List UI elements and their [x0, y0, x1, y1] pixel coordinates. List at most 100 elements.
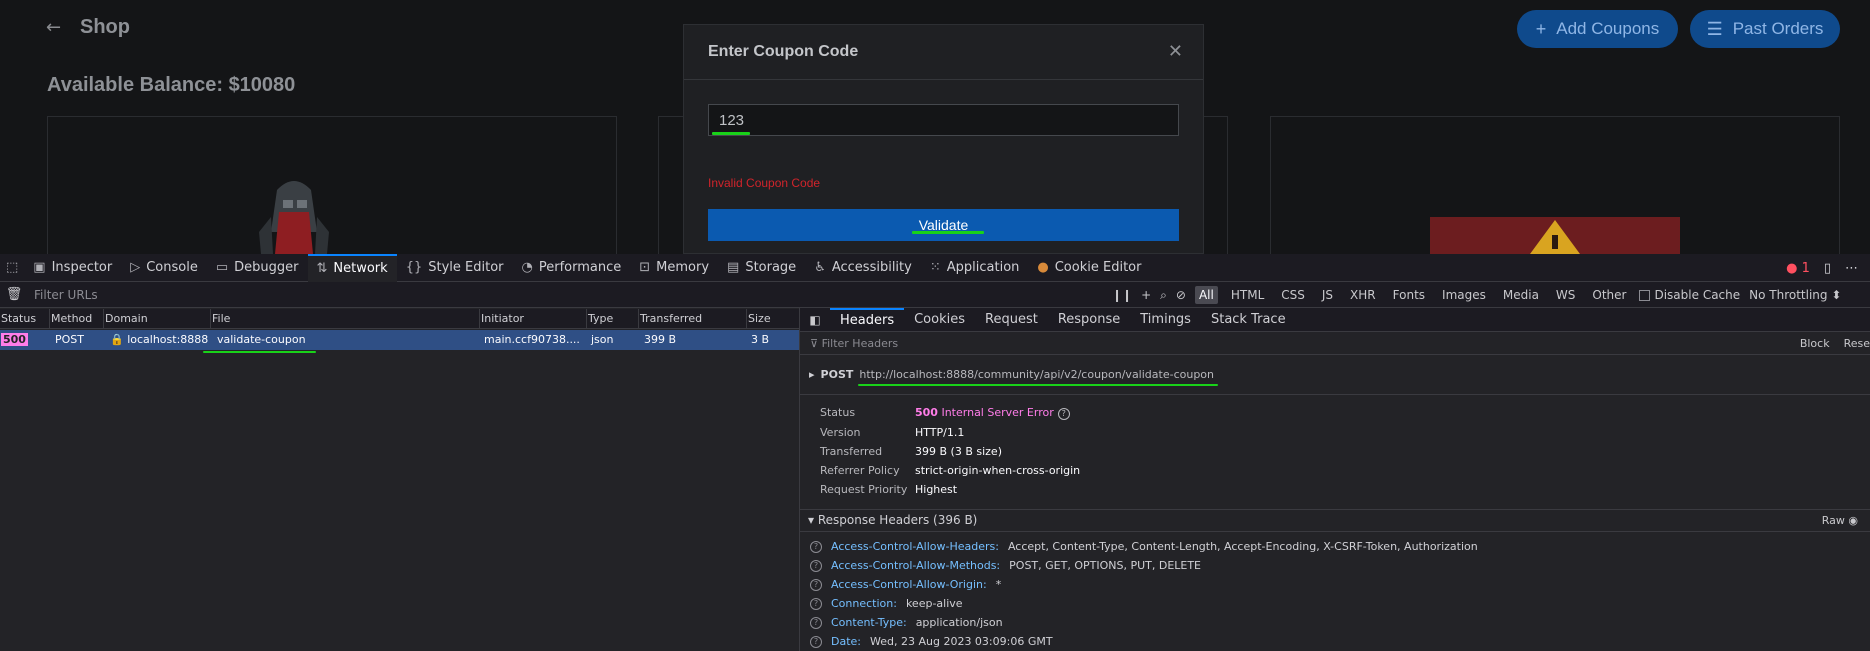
filter-css[interactable]: CSS	[1277, 286, 1309, 304]
tab-network[interactable]: ⇅ Network	[307, 253, 397, 282]
add-coupons-label: Add Coupons	[1556, 19, 1660, 38]
filter-html[interactable]: HTML	[1227, 286, 1268, 304]
tab-application[interactable]: ⁙ Application	[921, 254, 1029, 282]
block-icon[interactable]: ⊘	[1176, 288, 1186, 302]
tab-inspector[interactable]: ▣ Inspector	[24, 254, 121, 282]
tab-response[interactable]: Response	[1048, 308, 1130, 332]
filter-headers-bar: ⊽ Filter Headers Block Rese	[800, 333, 1870, 355]
checkbox-icon	[1639, 289, 1651, 301]
braces-icon: {}	[405, 260, 423, 275]
filter-images[interactable]: Images	[1438, 286, 1490, 304]
filter-all[interactable]: All	[1194, 286, 1218, 304]
filter-xhr[interactable]: XHR	[1346, 286, 1380, 304]
filter-headers-input[interactable]: Filter Headers	[822, 337, 899, 350]
trash-icon[interactable]: 🗑	[0, 287, 28, 302]
column-initiator[interactable]: Initiator	[480, 309, 587, 328]
tab-cookie-editor[interactable]: ● Cookie Editor	[1028, 254, 1150, 282]
summary-status: Status 500 Internal Server Error?	[820, 406, 1070, 420]
filter-fonts[interactable]: Fonts	[1389, 286, 1429, 304]
application-icon: ⁙	[929, 260, 941, 275]
column-file[interactable]: File	[211, 309, 480, 328]
request-initiator[interactable]: main.ccf90738....	[480, 330, 587, 350]
filter-urls-input[interactable]: Filter URLs	[34, 288, 98, 302]
toggle-panel-icon[interactable]: ◧	[800, 313, 830, 327]
back-arrow-icon[interactable]: ←	[46, 18, 62, 36]
request-method-label: POST	[820, 368, 854, 381]
request-method: POST	[55, 333, 84, 346]
filter-ws[interactable]: WS	[1552, 286, 1579, 304]
pane-splitter[interactable]	[799, 308, 800, 651]
column-domain[interactable]: Domain	[104, 309, 211, 328]
network-filter-options: ❙❙ + ⌕ ⊘ All HTML CSS JS XHR Fonts Image…	[1112, 282, 1841, 308]
tab-stack-trace[interactable]: Stack Trace	[1201, 308, 1296, 332]
highlight-underline	[912, 231, 984, 234]
tab-cookies[interactable]: Cookies	[904, 308, 975, 332]
response-headers-section[interactable]: ▾ Response Headers (396 B) Raw ◉	[800, 510, 1870, 530]
tab-headers[interactable]: Headers	[830, 307, 905, 332]
help-icon[interactable]: ?	[810, 635, 822, 648]
error-message: Invalid Coupon Code	[708, 176, 821, 190]
help-icon[interactable]: ?	[810, 578, 822, 591]
tab-accessibility[interactable]: ♿ Accessibility	[805, 254, 921, 282]
details-tabs: ◧ Headers Cookies Request Response Timin…	[800, 307, 1870, 332]
dock-icon[interactable]: ▯	[1824, 261, 1831, 276]
column-type[interactable]: Type	[587, 309, 639, 328]
add-coupons-button[interactable]: + Add Coupons	[1517, 10, 1678, 48]
page-title: Shop	[80, 16, 130, 38]
more-options-icon[interactable]: ⋯	[1845, 261, 1858, 276]
column-size[interactable]: Size	[747, 309, 799, 328]
help-icon[interactable]: ?	[810, 559, 822, 572]
console-icon: ▷	[130, 260, 141, 275]
accessibility-icon: ♿	[814, 260, 826, 275]
help-icon[interactable]: ?	[810, 616, 822, 629]
table-row[interactable]: 500 POST 🔒 localhost:8888 validate-coupo…	[0, 330, 799, 350]
response-header-row: ? Connection: keep-alive	[810, 597, 963, 610]
pick-element-icon[interactable]: ⬚	[0, 254, 24, 282]
inspector-icon: ▣	[33, 260, 46, 275]
coupon-code-input[interactable]: 123	[708, 104, 1179, 136]
disable-cache-checkbox[interactable]: Disable Cache	[1639, 288, 1740, 302]
help-icon[interactable]: ?	[810, 597, 822, 610]
help-icon[interactable]: ?	[1057, 408, 1070, 420]
block-button[interactable]: Block	[1800, 337, 1830, 350]
filter-icon: ⊽	[810, 337, 819, 350]
filter-js[interactable]: JS	[1318, 286, 1337, 304]
divider	[800, 394, 1870, 395]
response-header-row: ? Access-Control-Allow-Headers: Accept, …	[810, 540, 1478, 553]
raw-toggle[interactable]: Raw ◉	[1822, 514, 1858, 527]
response-header-row: ? Access-Control-Allow-Origin: *	[810, 578, 1001, 591]
past-orders-label: Past Orders	[1732, 19, 1824, 38]
request-transferred: 399 B	[644, 333, 677, 346]
throttling-select[interactable]: No Throttling ⬍	[1749, 288, 1841, 302]
pause-icon[interactable]: ❙❙	[1112, 288, 1132, 302]
request-file: validate-coupon	[217, 333, 306, 346]
filter-media[interactable]: Media	[1499, 286, 1543, 304]
tab-memory[interactable]: ⊡ Memory	[630, 254, 718, 282]
request-url-line[interactable]: ▸ POST http://localhost:8888/community/a…	[800, 368, 1214, 381]
tab-debugger[interactable]: ▭ Debugger	[207, 254, 308, 282]
tab-request[interactable]: Request	[975, 308, 1048, 332]
column-method[interactable]: Method	[50, 309, 104, 328]
column-transferred[interactable]: Transferred	[639, 309, 747, 328]
tab-timings[interactable]: Timings	[1130, 308, 1201, 332]
shop-page: ← Shop Available Balance: $10080 + Add C…	[0, 0, 1870, 254]
tab-console[interactable]: ▷ Console	[121, 254, 207, 282]
tab-style-editor[interactable]: {} Style Editor	[397, 254, 513, 282]
debugger-icon: ▭	[215, 260, 229, 275]
search-icon[interactable]: ⌕	[1160, 288, 1167, 303]
add-icon[interactable]: +	[1141, 288, 1151, 302]
column-status[interactable]: Status	[0, 309, 50, 328]
response-header-row: ? Date: Wed, 23 Aug 2023 03:09:06 GMT	[810, 635, 1053, 648]
help-icon[interactable]: ?	[810, 540, 822, 553]
close-icon[interactable]: ✕	[1168, 41, 1183, 62]
filter-other[interactable]: Other	[1588, 286, 1630, 304]
past-orders-button[interactable]: ☰ Past Orders	[1690, 10, 1840, 48]
error-icon: ●	[1786, 260, 1798, 276]
error-count-badge[interactable]: ● 1	[1786, 261, 1810, 276]
resend-button[interactable]: Rese	[1844, 337, 1870, 350]
validate-button[interactable]: Validate	[708, 209, 1179, 241]
devtools-toolbar: ⬚ ▣ Inspector ▷ Console ▭ Debugger ⇅ Network…	[0, 253, 1870, 282]
summary-version: Version HTTP/1.1	[820, 426, 965, 439]
tab-storage[interactable]: ▤ Storage	[718, 254, 805, 282]
tab-performance[interactable]: ◔ Performance	[513, 254, 631, 282]
